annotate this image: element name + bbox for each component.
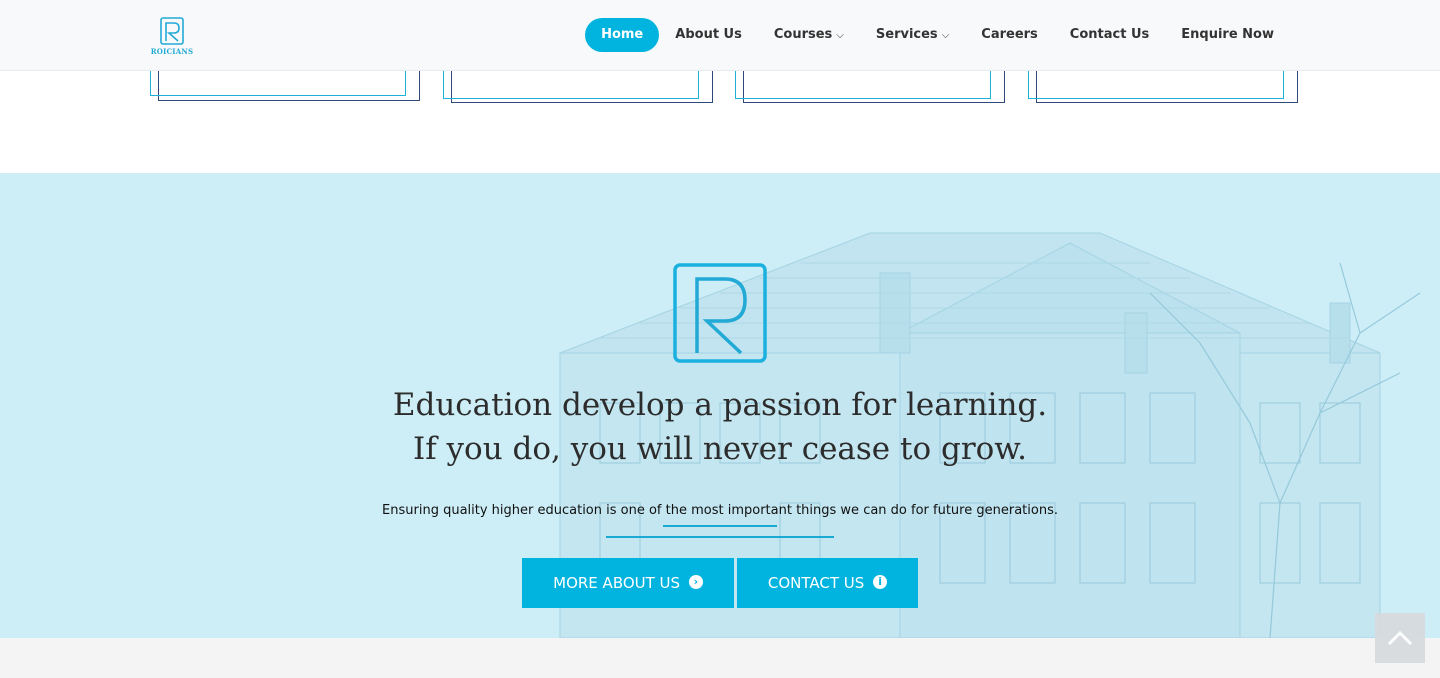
hero-headline-line2: If you do, you will never cease to grow. bbox=[412, 431, 1028, 467]
divider-long bbox=[606, 536, 834, 538]
main-nav: Home About Us Courses ⌵ Services ⌵ Careers… bbox=[585, 18, 1290, 52]
hero-headline-line1: Education develop a passion for learning… bbox=[392, 387, 1048, 423]
nav-courses-label: Courses bbox=[773, 27, 833, 42]
contact-us-button[interactable]: CONTACT US i bbox=[737, 558, 918, 608]
feature-card[interactable] bbox=[1028, 71, 1298, 103]
nav-about-us[interactable]: About Us bbox=[659, 18, 758, 52]
chevron-down-icon: ⌵ bbox=[941, 30, 950, 41]
nav-services[interactable]: Services ⌵ bbox=[860, 18, 965, 52]
feature-card[interactable] bbox=[150, 71, 420, 103]
feature-cards-strip bbox=[0, 71, 1440, 173]
feature-card[interactable] bbox=[443, 71, 713, 103]
card-frame-inner bbox=[1028, 71, 1284, 99]
nav-services-label: Services bbox=[875, 27, 938, 42]
next-section bbox=[0, 638, 1440, 678]
chevron-down-icon: ⌵ bbox=[836, 30, 844, 41]
divider-short bbox=[663, 525, 777, 527]
hero-subtitle: Ensuring quality higher education is one… bbox=[382, 503, 1058, 518]
nav-careers-label: Careers bbox=[981, 27, 1038, 42]
more-about-us-button[interactable]: MORE ABOUT US › bbox=[522, 558, 734, 608]
contact-us-label: CONTACT US bbox=[767, 574, 865, 592]
nav-enquire-now-label: Enquire Now bbox=[1181, 27, 1274, 42]
brand-logo[interactable]: ROICIANS bbox=[150, 17, 194, 57]
nav-enquire-now[interactable]: Enquire Now bbox=[1165, 18, 1290, 52]
brand-name: ROICIANS bbox=[150, 47, 194, 56]
nav-contact-us-label: Contact Us bbox=[1069, 27, 1150, 42]
more-about-us-label: MORE ABOUT US bbox=[553, 574, 681, 592]
site-header: ROICIANS Home About Us Courses ⌵ Services… bbox=[0, 0, 1440, 71]
card-frame-inner bbox=[150, 71, 406, 96]
logo-mark-icon bbox=[160, 17, 184, 45]
card-frame-inner bbox=[735, 71, 991, 99]
feature-card[interactable] bbox=[735, 71, 1005, 103]
nav-courses[interactable]: Courses ⌵ bbox=[758, 18, 860, 52]
nav-about-us-label: About Us bbox=[675, 27, 742, 42]
nav-home-label: Home bbox=[601, 27, 644, 42]
back-to-top-button[interactable] bbox=[1375, 613, 1425, 663]
chevron-up-icon bbox=[1387, 630, 1413, 646]
info-circle-icon: i bbox=[873, 574, 888, 589]
nav-careers[interactable]: Careers bbox=[965, 18, 1054, 52]
nav-home[interactable]: Home bbox=[585, 18, 660, 52]
card-frame-inner bbox=[443, 71, 699, 99]
nav-contact-us[interactable]: Contact Us bbox=[1054, 18, 1165, 52]
brand-emblem-icon bbox=[673, 263, 767, 363]
hero-section: Education develop a passion for learning… bbox=[0, 173, 1440, 638]
arrow-circle-right-icon: › bbox=[688, 574, 703, 589]
